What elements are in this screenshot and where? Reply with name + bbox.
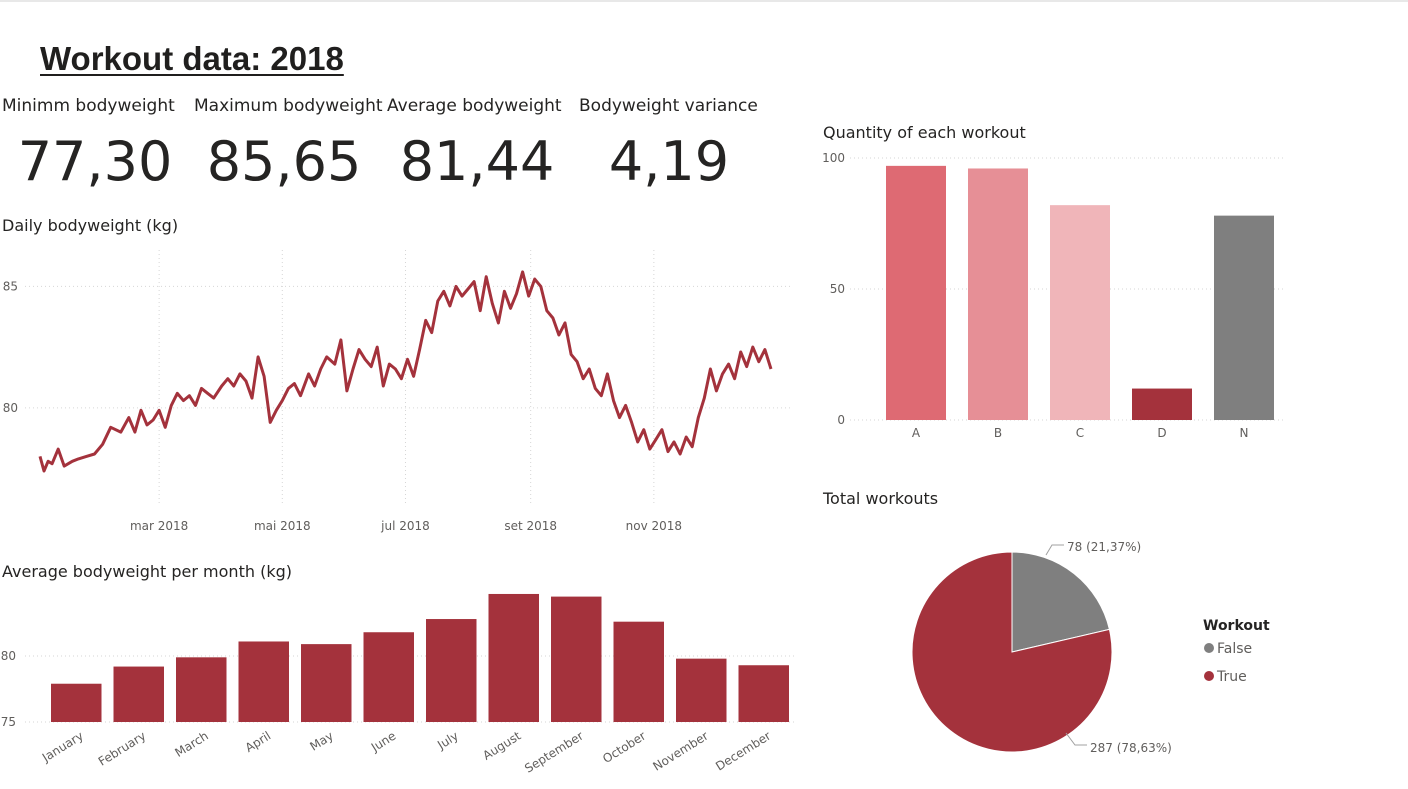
monthly-bar: [676, 658, 727, 722]
quantity-y-tick-label: 0: [837, 413, 845, 427]
monthly-x-tick-label: May: [307, 729, 335, 754]
monthly-bar: [363, 632, 414, 722]
quantity-bar: [1214, 215, 1274, 420]
quantity-bar: [886, 165, 946, 420]
pie-legend-marker: [1204, 643, 1214, 653]
monthly-bar: [176, 657, 227, 722]
quantity-x-tick-label: N: [1240, 426, 1249, 440]
daily-y-tick-label: 80: [3, 401, 18, 415]
monthly-x-tick-label: April: [243, 729, 274, 755]
daily-y-tick-label: 85: [3, 279, 18, 293]
quantity-y-tick-label: 100: [822, 151, 845, 165]
quantity-bar: [1050, 205, 1110, 420]
daily-x-tick-label: mar 2018: [130, 519, 188, 533]
pie-legend-label: False: [1217, 641, 1252, 657]
monthly-bar: [51, 683, 102, 722]
daily-bodyweight-line: [38, 270, 773, 473]
monthly-x-tick-label: February: [96, 729, 149, 769]
monthly-x-tick-label: October: [600, 729, 648, 766]
quantity-bar: [968, 168, 1028, 420]
pie-legend-label: True: [1216, 669, 1247, 685]
monthly-y-tick-label: 75: [1, 715, 16, 729]
monthly-x-tick-label: June: [368, 729, 398, 755]
monthly-x-tick-label: August: [480, 729, 523, 763]
dashboard-charts: 80 85 mar 2018 mai 2018 jul 2018 set 2018 nov …: [1, 151, 1285, 776]
daily-x-tick-label: mai 2018: [254, 519, 311, 533]
monthly-bar: [738, 665, 789, 722]
quantity-x-tick-label: C: [1076, 426, 1084, 440]
monthly-bar: [551, 596, 602, 722]
monthly-bar: [613, 621, 664, 722]
monthly-y-tick-label: 80: [1, 649, 16, 663]
pie-data-label: 287 (78,63%): [1090, 741, 1172, 755]
pie-legend-marker: [1204, 671, 1214, 681]
quantity-x-tick-label: A: [912, 426, 921, 440]
quantity-x-tick-label: B: [994, 426, 1002, 440]
pie-data-label: 78 (21,37%): [1067, 540, 1141, 554]
monthly-x-tick-label: December: [713, 729, 773, 774]
daily-x-tick-label: nov 2018: [626, 519, 682, 533]
monthly-x-tick-label: March: [172, 729, 210, 760]
daily-x-tick-label: set 2018: [504, 519, 557, 533]
quantity-x-tick-label: D: [1157, 426, 1166, 440]
quantity-y-tick-label: 50: [830, 282, 845, 296]
pie-leader-line: [1045, 544, 1064, 556]
pie-leader-line: [1065, 732, 1087, 746]
pie-legend-title: Workout: [1203, 618, 1270, 634]
monthly-bar: [426, 619, 477, 722]
monthly-x-tick-label: November: [650, 729, 710, 774]
quantity-bar: [1132, 388, 1192, 420]
monthly-x-tick-label: September: [522, 729, 586, 776]
monthly-x-tick-label: January: [39, 729, 86, 766]
monthly-x-tick-label: July: [434, 729, 461, 753]
monthly-bar: [113, 666, 164, 722]
monthly-bar: [238, 641, 289, 722]
monthly-bar: [301, 644, 352, 722]
daily-x-tick-label: jul 2018: [380, 519, 430, 533]
monthly-bar: [488, 593, 539, 722]
